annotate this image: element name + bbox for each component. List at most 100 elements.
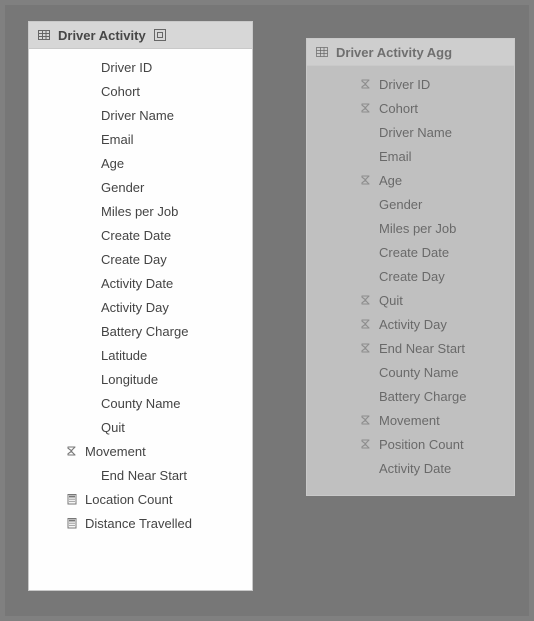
field-label: Create Day — [101, 252, 167, 267]
field-label: Miles per Job — [379, 221, 456, 236]
field-label: Activity Day — [379, 317, 447, 332]
field-label: Quit — [379, 293, 403, 308]
empty-icon — [81, 348, 95, 362]
field-row[interactable]: Quit — [29, 415, 252, 439]
sigma-icon — [360, 102, 372, 114]
field-row[interactable]: Create Date — [307, 240, 514, 264]
table-icon — [315, 45, 329, 59]
sigma-icon — [360, 342, 372, 354]
field-row[interactable]: Email — [29, 127, 252, 151]
table-panel-driver-activity-agg[interactable]: Driver Activity Agg Driver IDCohort Driver… — [306, 38, 515, 496]
field-label: Position Count — [379, 437, 464, 452]
field-row[interactable]: Create Date — [29, 223, 252, 247]
field-row[interactable]: Movement — [29, 439, 252, 463]
field-row[interactable]: Age — [307, 168, 514, 192]
field-label: Driver Name — [379, 125, 452, 140]
field-label: Quit — [101, 420, 125, 435]
sigma-icon — [360, 78, 372, 90]
field-row[interactable]: End Near Start — [29, 463, 252, 487]
field-row[interactable]: Driver ID — [307, 72, 514, 96]
field-row[interactable]: Activity Day — [307, 312, 514, 336]
field-row[interactable]: Driver Name — [307, 120, 514, 144]
field-row[interactable]: Activity Date — [29, 271, 252, 295]
empty-icon — [81, 396, 95, 410]
field-row[interactable]: Distance Travelled — [29, 511, 252, 535]
field-label: Activity Date — [101, 276, 173, 291]
panel-body: Driver ID Cohort Driver Name Email Age Gender… — [29, 49, 252, 549]
empty-icon — [359, 365, 373, 379]
sigma-icon — [359, 317, 373, 331]
sigma-icon — [360, 438, 372, 450]
field-row[interactable]: Driver Name — [29, 103, 252, 127]
field-label: Driver ID — [101, 60, 152, 75]
field-row[interactable]: End Near Start — [307, 336, 514, 360]
table-icon — [37, 28, 51, 42]
field-row[interactable]: Movement — [307, 408, 514, 432]
empty-icon — [359, 245, 373, 259]
panel-title: Driver Activity Agg — [336, 45, 452, 60]
panel-header[interactable]: Driver Activity — [29, 22, 252, 49]
field-row[interactable]: Activity Date — [307, 456, 514, 480]
field-row[interactable]: Create Day — [29, 247, 252, 271]
field-label: Gender — [379, 197, 422, 212]
calc-icon — [65, 492, 79, 506]
empty-icon — [81, 108, 95, 122]
field-label: Age — [101, 156, 124, 171]
field-label: Battery Charge — [379, 389, 466, 404]
empty-icon — [81, 156, 95, 170]
field-row[interactable]: Gender — [307, 192, 514, 216]
field-label: Email — [101, 132, 134, 147]
calculator-icon — [66, 493, 78, 505]
field-row[interactable]: Miles per Job — [307, 216, 514, 240]
field-row[interactable]: Quit — [307, 288, 514, 312]
empty-icon — [81, 60, 95, 74]
field-row[interactable]: Longitude — [29, 367, 252, 391]
field-row[interactable]: Driver ID — [29, 55, 252, 79]
field-label: Age — [379, 173, 402, 188]
sigma-icon — [360, 174, 372, 186]
sigma-icon — [359, 437, 373, 451]
sigma-icon — [359, 341, 373, 355]
field-row[interactable]: Battery Charge — [29, 319, 252, 343]
field-row[interactable]: Activity Day — [29, 295, 252, 319]
sigma-icon — [359, 173, 373, 187]
live-icon — [153, 28, 167, 42]
field-label: Gender — [101, 180, 144, 195]
empty-icon — [359, 221, 373, 235]
sigma-icon — [360, 294, 372, 306]
empty-icon — [81, 300, 95, 314]
field-row[interactable]: County Name — [29, 391, 252, 415]
field-row[interactable]: Position Count — [307, 432, 514, 456]
field-label: County Name — [101, 396, 180, 411]
field-label: Movement — [379, 413, 440, 428]
table-icon — [315, 45, 329, 59]
sigma-icon — [360, 318, 372, 330]
empty-icon — [81, 276, 95, 290]
field-row[interactable]: Age — [29, 151, 252, 175]
field-row[interactable]: Cohort — [307, 96, 514, 120]
table-panel-driver-activity[interactable]: Driver Activity Driver ID Cohort Driver Nam… — [28, 21, 253, 591]
empty-icon — [81, 132, 95, 146]
empty-icon — [81, 468, 95, 482]
field-label: Battery Charge — [101, 324, 188, 339]
field-label: Driver Name — [101, 108, 174, 123]
field-label: Create Day — [379, 269, 445, 284]
field-row[interactable]: Battery Charge — [307, 384, 514, 408]
field-row[interactable]: Location Count — [29, 487, 252, 511]
field-row[interactable]: Latitude — [29, 343, 252, 367]
sigma-icon — [359, 413, 373, 427]
field-row[interactable]: County Name — [307, 360, 514, 384]
empty-icon — [81, 228, 95, 242]
field-label: Location Count — [85, 492, 172, 507]
empty-icon — [359, 389, 373, 403]
field-row[interactable]: Miles per Job — [29, 199, 252, 223]
field-row[interactable]: Cohort — [29, 79, 252, 103]
field-label: Email — [379, 149, 412, 164]
sigma-icon — [66, 445, 78, 457]
empty-icon — [359, 149, 373, 163]
field-row[interactable]: Create Day — [307, 264, 514, 288]
field-row[interactable]: Gender — [29, 175, 252, 199]
sigma-icon — [359, 77, 373, 91]
field-row[interactable]: Email — [307, 144, 514, 168]
panel-header[interactable]: Driver Activity Agg — [307, 39, 514, 66]
